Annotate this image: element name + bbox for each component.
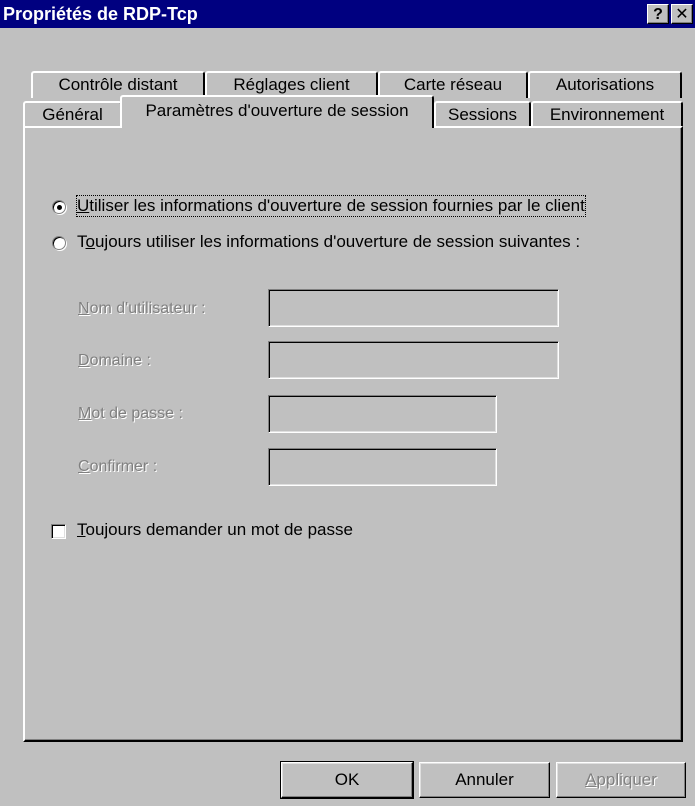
always-prompt-password-label[interactable]: Toujours demander un mot de passe (77, 520, 353, 540)
confirm-password-field[interactable] (268, 448, 497, 486)
tab-environment[interactable]: Environnement (531, 101, 683, 128)
username-field[interactable] (268, 289, 559, 327)
domain-field[interactable] (268, 341, 559, 379)
tab-network-adapter[interactable]: Carte réseau (378, 71, 528, 98)
apply-button[interactable]: Appliquer (556, 762, 686, 798)
always-prompt-password-checkbox[interactable] (51, 524, 66, 539)
confirm-password-label: Confirmer : (78, 458, 158, 475)
close-icon: ✕ (675, 6, 689, 23)
tab-permissions[interactable]: Autorisations (528, 71, 682, 98)
tab-remote-control[interactable]: Contrôle distant (31, 71, 205, 98)
tab-client-settings[interactable]: Réglages client (205, 71, 378, 98)
close-button[interactable]: ✕ (671, 4, 693, 24)
tab-logon-settings[interactable]: Paramètres d'ouverture de session (120, 95, 434, 128)
domain-label: Domaine : (78, 352, 151, 369)
title-bar[interactable]: Propriétés de RDP-Tcp ? ✕ (0, 0, 695, 28)
cancel-button[interactable]: Annuler (419, 762, 550, 798)
username-label: Nom d'utilisateur : (78, 300, 206, 317)
window-title: Propriétés de RDP-Tcp (3, 4, 198, 24)
radio-use-client-logon[interactable] (52, 200, 66, 214)
logon-settings-panel (23, 126, 683, 742)
radio-use-client-logon-label[interactable]: Utiliser les informations d'ouverture de… (76, 195, 586, 217)
help-button[interactable]: ? (647, 4, 669, 24)
ok-button[interactable]: OK (280, 761, 414, 799)
radio-always-use-logon-label[interactable]: Toujours utiliser les informations d'ouv… (77, 232, 580, 252)
password-field[interactable] (268, 395, 497, 433)
properties-dialog: Propriétés de RDP-Tcp ? ✕ Contrôle dista… (0, 0, 695, 806)
tab-general[interactable]: Général (23, 101, 122, 128)
password-label: Mot de passe : (78, 405, 183, 422)
radio-always-use-logon[interactable] (52, 236, 66, 250)
tab-sessions[interactable]: Sessions (434, 101, 531, 128)
radio-selected-dot (57, 205, 62, 210)
